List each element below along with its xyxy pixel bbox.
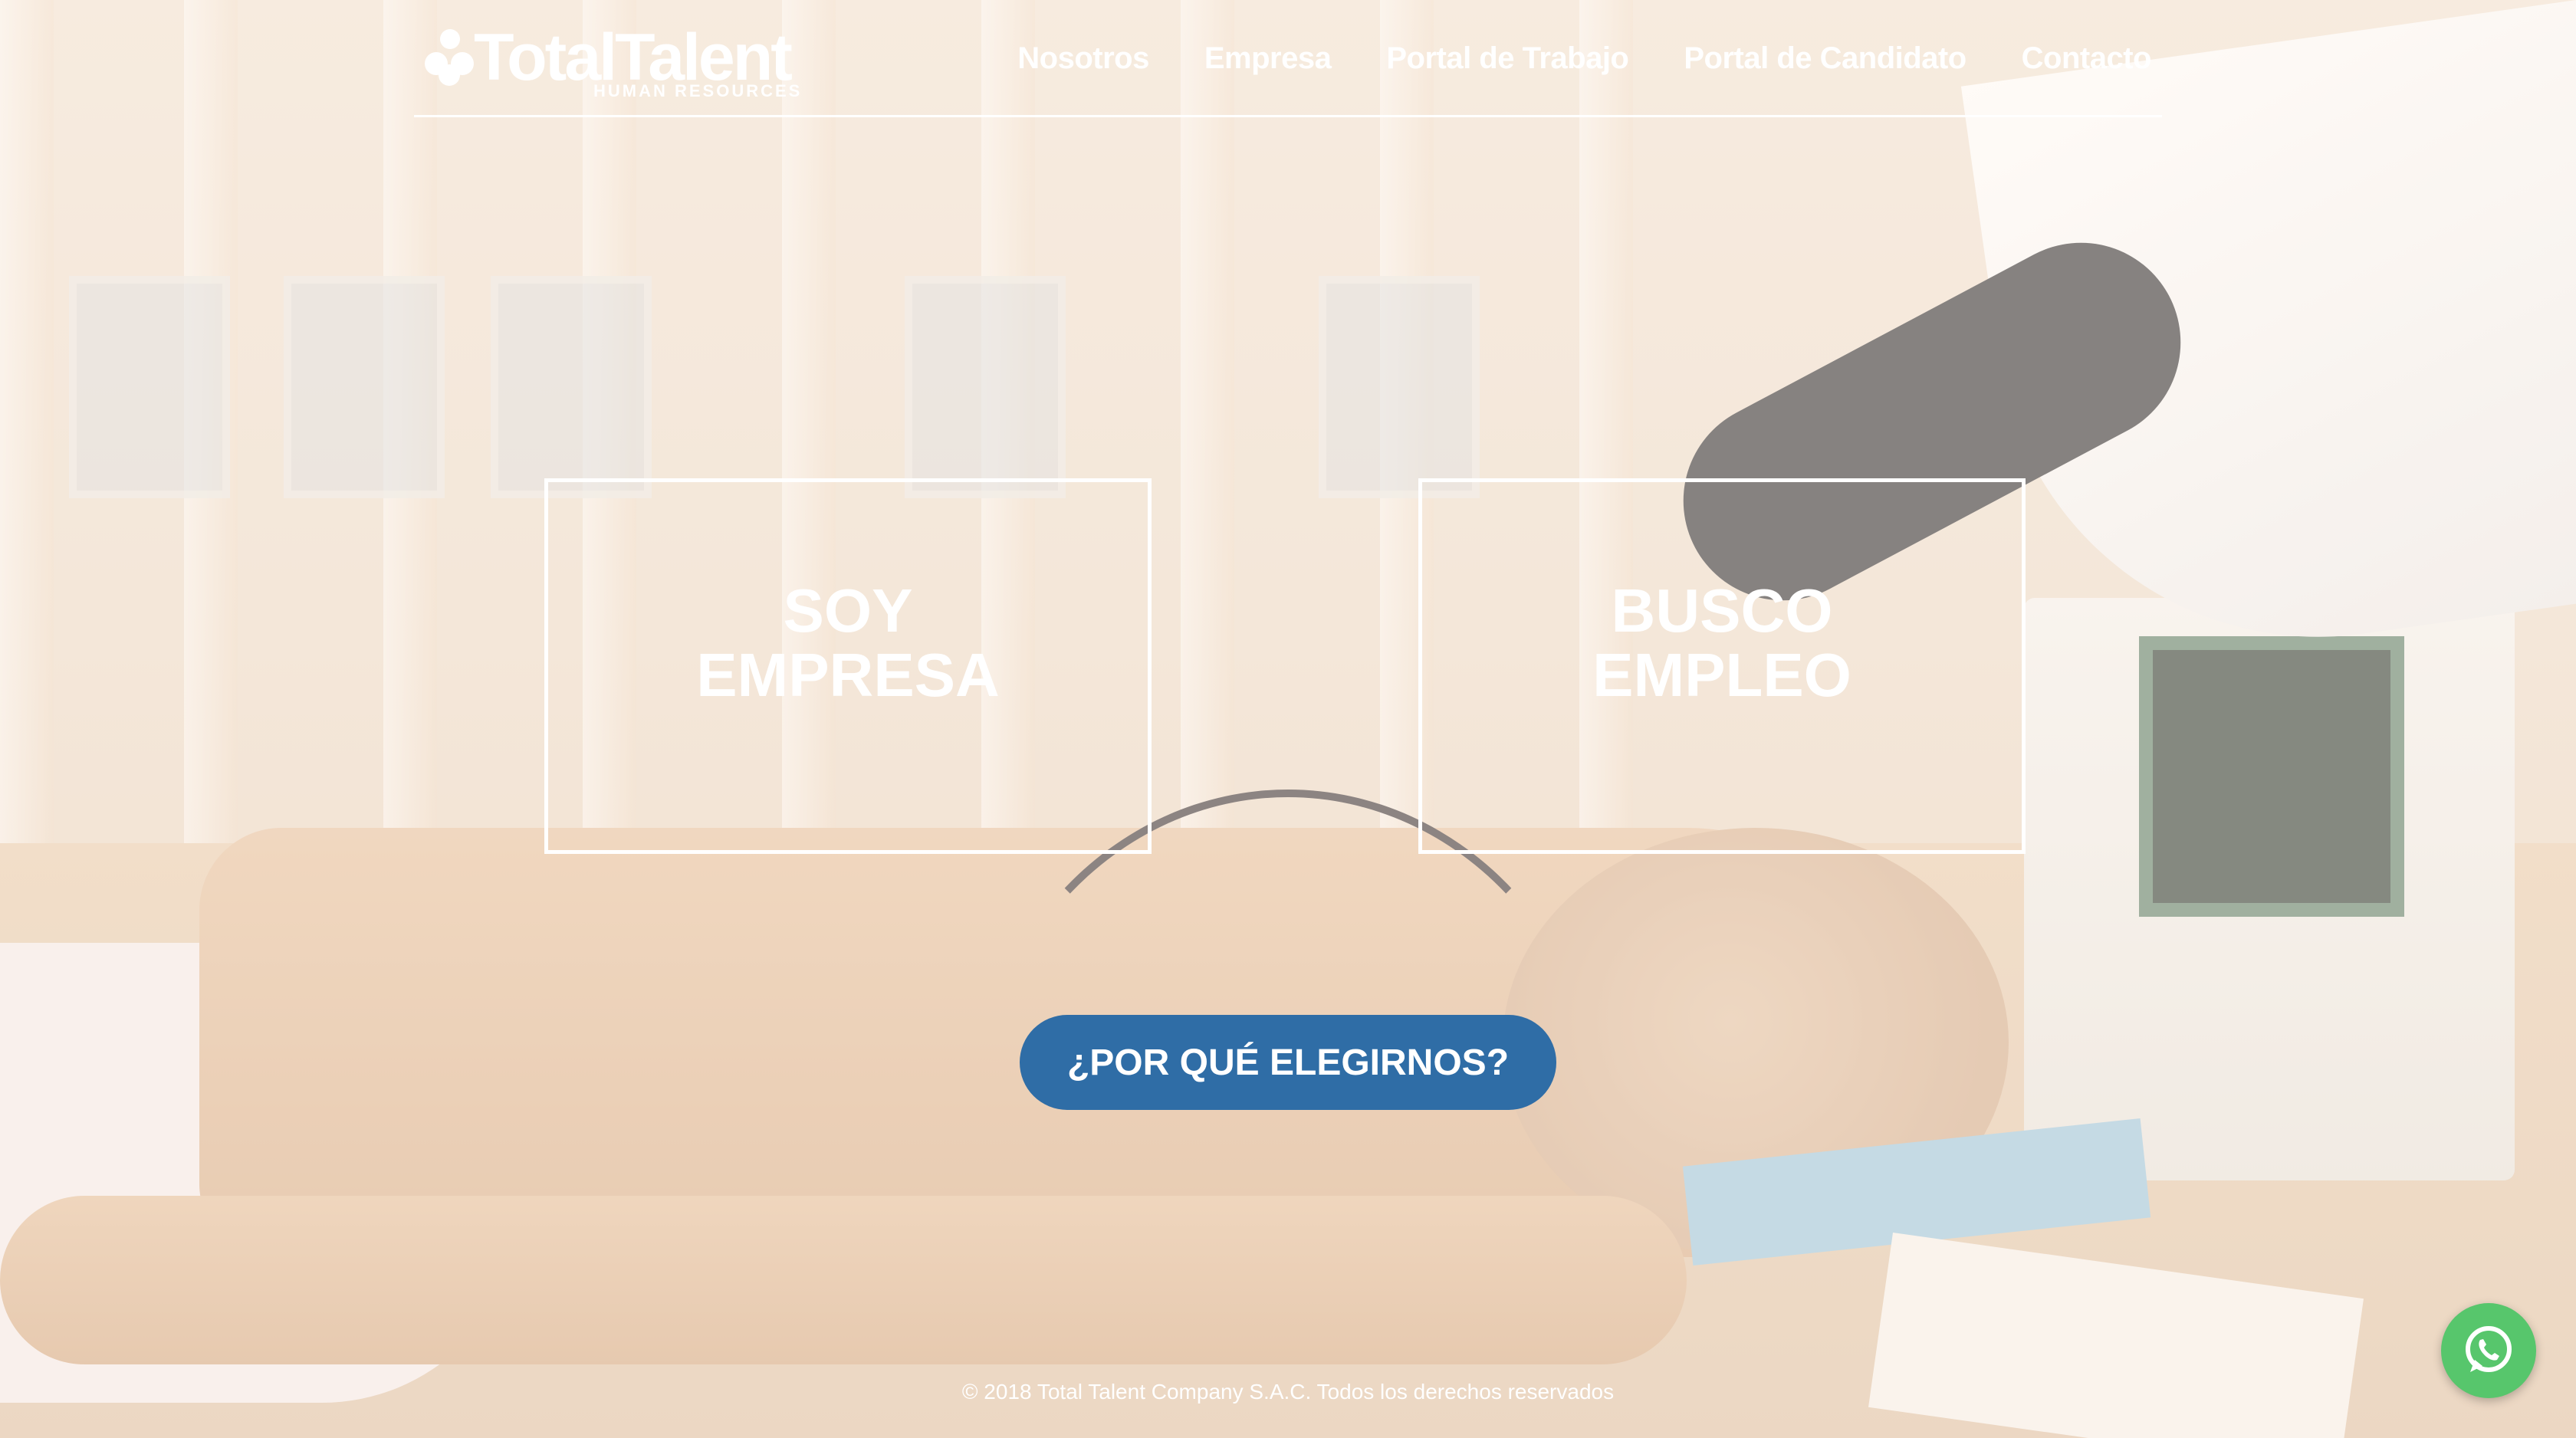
nav-item-contacto[interactable]: Contacto	[2022, 41, 2152, 76]
nav-item-portal-de-candidato[interactable]: Portal de Candidato	[1684, 41, 1967, 76]
people-logo-icon	[423, 29, 477, 86]
nav-item-empresa[interactable]: Empresa	[1204, 41, 1332, 76]
busco-empleo-card[interactable]: BUSCO EMPLEO	[1418, 478, 2026, 854]
hero-background-image	[0, 0, 2576, 1438]
soy-empresa-card[interactable]: SOY EMPRESA	[544, 478, 1152, 854]
site-header: TotalTalent HUMAN RESOURCES Nosotros Emp…	[414, 0, 2162, 117]
brand-tagline: HUMAN RESOURCES	[593, 81, 803, 100]
whatsapp-icon	[2466, 1326, 2512, 1372]
header-divider	[414, 115, 2162, 117]
por-que-elegirnos-button[interactable]: ¿POR QUÉ ELEGIRNOS?	[1020, 1015, 1556, 1110]
nav-item-nosotros[interactable]: Nosotros	[1017, 41, 1149, 76]
nav-item-portal-de-trabajo[interactable]: Portal de Trabajo	[1386, 41, 1629, 76]
soy-empresa-label: SOY EMPRESA	[696, 576, 1000, 709]
whatsapp-button[interactable]	[2441, 1303, 2536, 1398]
footer-copyright: © 2018 Total Talent Company S.A.C. Todos…	[961, 1380, 1615, 1404]
main-nav: Nosotros Empresa Portal de Trabajo Porta…	[1017, 41, 2151, 76]
brand-logo[interactable]: TotalTalent HUMAN RESOURCES	[419, 23, 802, 107]
busco-empleo-label: BUSCO EMPLEO	[1592, 576, 1852, 709]
